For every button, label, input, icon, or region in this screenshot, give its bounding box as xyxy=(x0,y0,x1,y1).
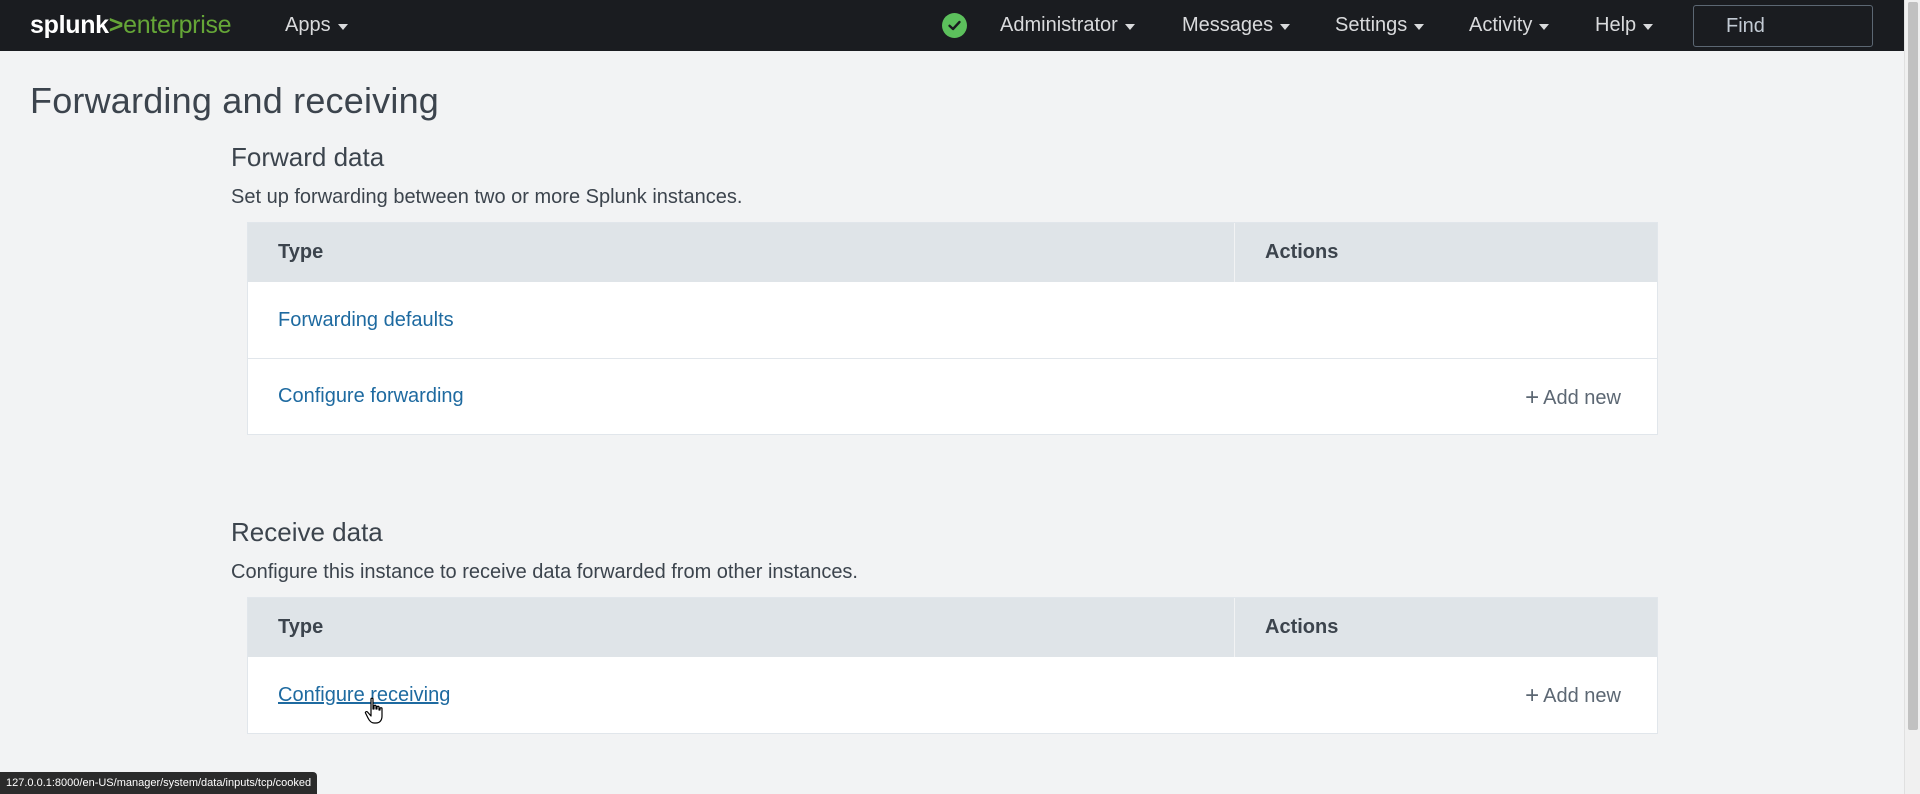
status-bar-url: 127.0.0.1:8000/en-US/manager/system/data… xyxy=(0,772,318,794)
help-menu[interactable]: Help xyxy=(1595,0,1654,51)
logo-product: enterprise xyxy=(123,11,232,39)
forward-data-title: Forward data xyxy=(231,142,385,172)
chevron-down-icon xyxy=(1643,23,1654,30)
table-row: Forwarding defaults xyxy=(248,282,1657,358)
table-header: Type Actions xyxy=(248,598,1657,657)
forward-data-table: Type Actions Forwarding defaults Configu… xyxy=(247,222,1658,435)
add-new-label: Add new xyxy=(1543,386,1621,409)
settings-menu-label: Settings xyxy=(1335,14,1408,36)
forward-data-description: Set up forwarding between two or more Sp… xyxy=(231,186,743,208)
table-row: Configure receiving + Add new xyxy=(248,657,1657,733)
hand-cursor-icon xyxy=(364,697,383,724)
chevron-down-icon xyxy=(337,23,348,30)
receive-data-table: Type Actions Configure receiving + Add ne… xyxy=(247,597,1658,734)
forward-data-section: Forward data Set up forwarding between t… xyxy=(231,140,1659,440)
add-new-forwarding-button[interactable]: + Add new xyxy=(1525,383,1621,411)
administrator-menu-label: Administrator xyxy=(1000,14,1118,36)
column-header-actions: Actions xyxy=(1265,616,1339,638)
configure-forwarding-link[interactable]: Configure forwarding xyxy=(248,385,1525,408)
messages-menu[interactable]: Messages xyxy=(1182,0,1291,51)
activity-menu[interactable]: Activity xyxy=(1469,0,1550,51)
receive-data-description: Configure this instance to receive data … xyxy=(231,561,858,583)
activity-menu-label: Activity xyxy=(1469,14,1533,36)
apps-menu-label: Apps xyxy=(285,14,331,36)
logo-brand: splunk xyxy=(30,11,109,39)
logo-separator: > xyxy=(108,11,124,39)
chevron-down-icon xyxy=(1280,23,1291,30)
column-header-type: Type xyxy=(248,598,1235,657)
help-menu-label: Help xyxy=(1595,14,1637,36)
column-header-actions: Actions xyxy=(1265,241,1339,263)
find-placeholder: Find xyxy=(1726,14,1765,37)
table-row: Configure forwarding + Add new xyxy=(248,358,1657,434)
configure-receiving-link[interactable]: Configure receiving xyxy=(248,684,1525,707)
add-new-receiving-button[interactable]: + Add new xyxy=(1525,681,1621,709)
chevron-down-icon xyxy=(1414,23,1425,30)
top-navigation-bar: splunk>enterprise Apps Administrator Mes… xyxy=(0,0,1904,51)
checkmark-icon xyxy=(948,20,961,31)
plus-icon: + xyxy=(1525,383,1540,411)
receive-data-section: Receive data Configure this instance to … xyxy=(231,515,1659,755)
vertical-scrollbar[interactable] xyxy=(1904,0,1920,794)
apps-menu[interactable]: Apps xyxy=(285,0,348,51)
add-new-label: Add new xyxy=(1543,685,1621,707)
plus-icon: + xyxy=(1525,682,1540,709)
column-header-type: Type xyxy=(248,223,1235,282)
scrollbar-thumb[interactable] xyxy=(1908,2,1918,730)
administrator-menu[interactable]: Administrator xyxy=(1000,0,1135,51)
find-input[interactable]: Find xyxy=(1693,5,1873,47)
chevron-down-icon xyxy=(1539,23,1550,30)
check-circle-icon[interactable] xyxy=(942,13,967,38)
receive-data-title: Receive data xyxy=(231,517,383,547)
table-header: Type Actions xyxy=(248,223,1657,282)
chevron-down-icon xyxy=(1124,23,1135,30)
splunk-enterprise-logo[interactable]: splunk>enterprise xyxy=(30,11,232,40)
page-title: Forwarding and receiving xyxy=(30,80,440,121)
settings-menu[interactable]: Settings xyxy=(1335,0,1425,51)
forwarding-defaults-link[interactable]: Forwarding defaults xyxy=(248,309,1657,332)
messages-menu-label: Messages xyxy=(1182,14,1274,36)
